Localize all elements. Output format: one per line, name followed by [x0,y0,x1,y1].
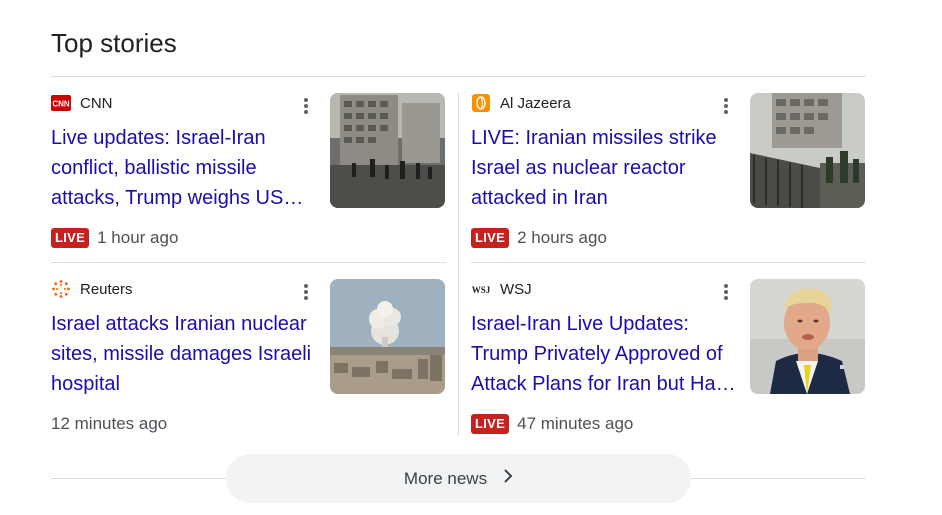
story-time: 12 minutes ago [51,414,168,433]
story-headline[interactable]: LIVE: Iranian missiles strike Israel as … [471,123,736,213]
story-time: 2 hours ago [517,228,607,247]
more-options-icon[interactable] [300,282,312,302]
source-row: WSJ WSJ [471,279,532,299]
story-thumbnail[interactable] [330,279,445,394]
top-divider [51,76,866,77]
story-thumbnail[interactable] [330,93,445,208]
reuters-logo-icon [51,280,71,298]
live-badge: LIVE [471,414,510,434]
row-divider-left [51,262,446,263]
story-headline[interactable]: Israel-Iran Live Updates: Trump Privatel… [471,309,736,399]
section-title: Top stories [51,28,177,58]
source-row: CNN CNN [51,93,113,113]
story-meta: 12 minutes ago [51,413,167,435]
chevron-right-icon [503,469,513,488]
al-jazeera-logo-icon [471,94,491,112]
story-headline[interactable]: Live updates: Israel-Iran conflict, ball… [51,123,316,213]
svg-text:CNN: CNN [52,100,70,109]
source-row: Al Jazeera [471,93,571,113]
story-meta: LIVE 47 minutes ago [471,413,633,435]
cnn-logo-icon: CNN [51,95,71,111]
story-meta: LIVE 2 hours ago [471,227,607,249]
source-name: CNN [80,94,113,112]
more-options-icon[interactable] [720,96,732,116]
svg-text:WSJ: WSJ [472,285,491,295]
row-divider-right [471,262,866,263]
story-thumbnail[interactable] [750,93,865,208]
story-time: 47 minutes ago [517,414,634,433]
source-name: Al Jazeera [500,94,571,112]
story-headline[interactable]: Israel attacks Iranian nuclear sites, mi… [51,309,316,399]
story-thumbnail[interactable] [750,279,865,394]
source-row: Reuters [51,279,133,299]
live-badge: LIVE [51,228,90,248]
story-meta: LIVE 1 hour ago [51,227,178,249]
more-options-icon[interactable] [300,96,312,116]
more-news-button[interactable]: More news [226,454,691,503]
more-news-label: More news [403,468,488,488]
column-divider [458,93,459,435]
wsj-logo-icon: WSJ [471,281,491,297]
story-time: 1 hour ago [97,228,179,247]
live-badge: LIVE [471,228,510,248]
source-name: WSJ [500,280,532,298]
source-name: Reuters [80,280,133,298]
more-options-icon[interactable] [720,282,732,302]
